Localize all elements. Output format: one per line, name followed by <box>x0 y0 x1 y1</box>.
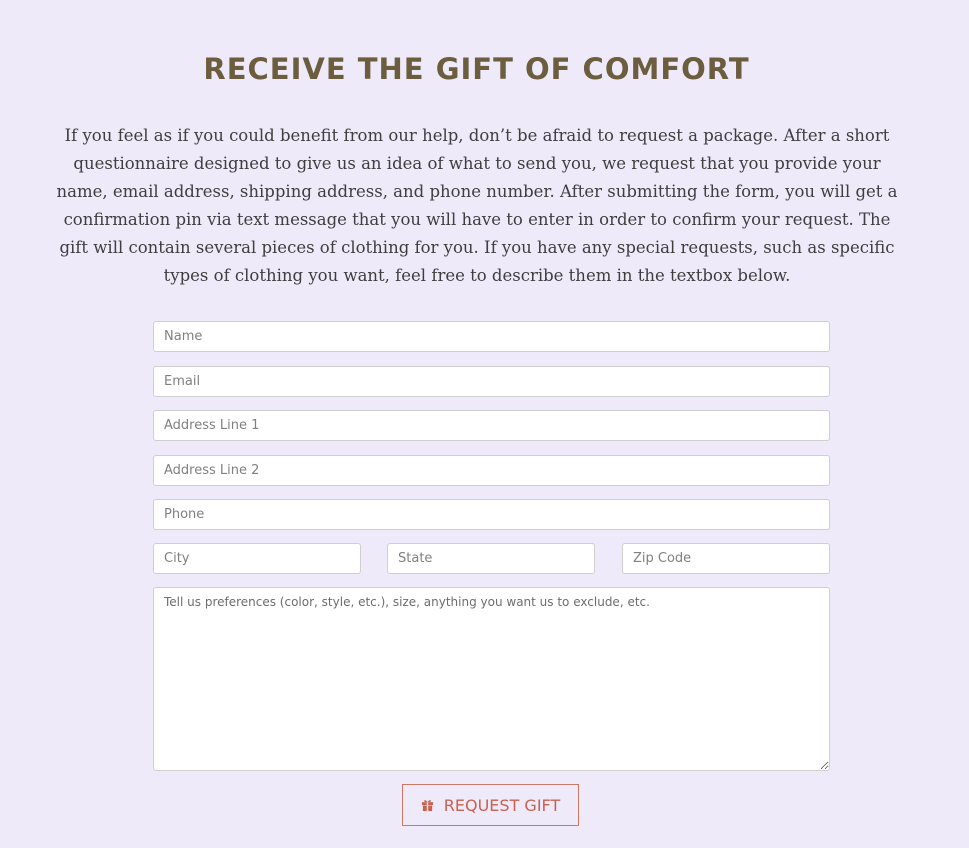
request-gift-button[interactable]: REQUEST GIFT <box>402 784 579 826</box>
page-title: RECEIVE THE GIFT OF COMFORT <box>203 52 750 86</box>
name-field[interactable] <box>153 321 830 352</box>
city-field[interactable] <box>153 543 361 574</box>
zip-code-field[interactable] <box>622 543 830 574</box>
preferences-textarea[interactable] <box>153 587 830 771</box>
email-field[interactable] <box>153 366 830 397</box>
state-field[interactable] <box>387 543 595 574</box>
intro-paragraph: If you feel as if you could benefit from… <box>56 126 898 285</box>
address-line-2-field[interactable] <box>153 455 830 486</box>
request-gift-page: RECEIVE THE GIFT OF COMFORT If you feel … <box>0 0 969 848</box>
gift-icon <box>421 800 433 812</box>
request-gift-label: REQUEST GIFT <box>443 795 561 815</box>
phone-field[interactable] <box>153 499 830 530</box>
address-line-1-field[interactable] <box>153 410 830 441</box>
